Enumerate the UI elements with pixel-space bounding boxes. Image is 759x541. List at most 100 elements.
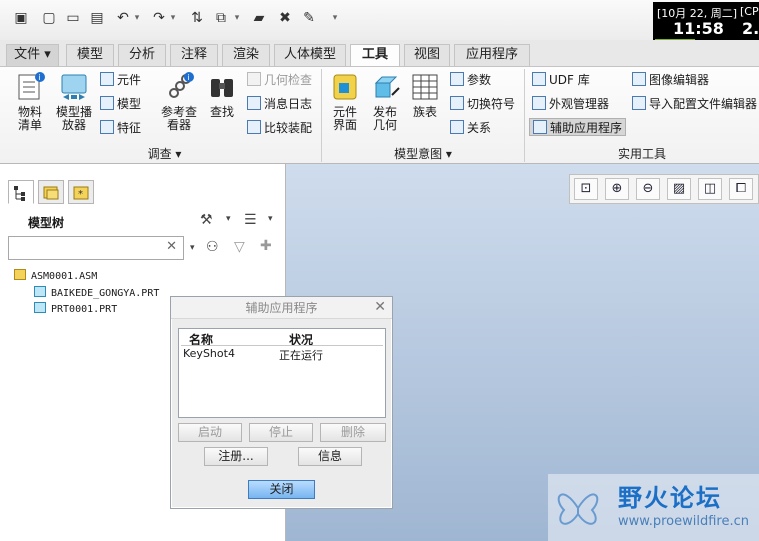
relations-icon xyxy=(450,120,464,134)
tree-node-label: BAIKEDE_GONGYA.PRT xyxy=(51,288,160,299)
reference-viewer-label: 参考查 看器 xyxy=(160,105,197,132)
register-button[interactable]: 注册... xyxy=(204,447,268,466)
component-label: 元件 xyxy=(117,73,142,87)
dialog-title: 辅助应用程序 xyxy=(171,297,392,319)
auxiliary-applications-label: 辅助应用程序 xyxy=(550,121,623,135)
undo-icon[interactable]: ↶ xyxy=(114,9,132,27)
tab-annotate[interactable]: 注释 xyxy=(170,44,218,66)
find-label: 查找 xyxy=(209,105,234,119)
close-window-icon[interactable]: ✖ xyxy=(276,9,294,27)
tree-settings-icon[interactable]: ⚒ xyxy=(200,212,213,228)
image-editor-button[interactable]: 图像编辑器 xyxy=(632,71,709,89)
undo-dropdown-icon[interactable]: ▾ xyxy=(132,9,142,27)
family-table-icon xyxy=(412,74,438,100)
tree-search-input[interactable]: ✕ xyxy=(8,236,184,260)
refit-icon[interactable]: ⊡ xyxy=(574,178,598,200)
switch-symbols-button[interactable]: 切换符号 xyxy=(450,95,515,113)
find-binoculars-icon[interactable]: ⚇ xyxy=(206,239,219,255)
tab-tools[interactable]: 工具 xyxy=(350,44,400,67)
regenerate-icon[interactable]: ⇅ xyxy=(188,9,206,27)
search-dropdown-icon[interactable]: ▾ xyxy=(190,243,195,253)
reference-viewer-icon: i xyxy=(169,72,194,98)
publish-geometry-button[interactable]: 发布 几何 xyxy=(366,71,404,132)
filter-icon[interactable]: ▽ xyxy=(234,239,245,255)
tab-file[interactable]: 文件 ▾ xyxy=(6,44,59,66)
tree-settings-dropdown-icon[interactable]: ▾ xyxy=(226,214,231,224)
redo-icon[interactable]: ↷ xyxy=(150,9,168,27)
bom-icon: i xyxy=(18,72,45,100)
compare-assembly-button[interactable]: 比较装配 xyxy=(247,119,312,137)
feature-button[interactable]: 特征 xyxy=(100,119,141,137)
import-config-editor-icon xyxy=(632,96,646,110)
message-log-button[interactable]: 消息日志 xyxy=(247,95,312,113)
start-button[interactable]: 启动 xyxy=(178,423,242,442)
saved-views-icon[interactable]: ⧠ xyxy=(729,178,753,200)
clear-search-icon[interactable]: ✕ xyxy=(166,239,177,254)
windows-dropdown-icon[interactable]: ▾ xyxy=(232,9,242,27)
folder-icon[interactable]: ▰ xyxy=(250,9,268,27)
tab-render[interactable]: 渲染 xyxy=(222,44,270,66)
window-icon[interactable]: ▣ xyxy=(12,9,30,27)
parameters-button[interactable]: 参数 xyxy=(450,71,491,89)
reference-viewer-button[interactable]: i 参考查 看器 xyxy=(156,71,202,132)
model-tree-tab[interactable] xyxy=(8,180,34,204)
model-player-label: 模型播 放器 xyxy=(55,105,92,132)
part-icon xyxy=(34,302,46,313)
component-icon xyxy=(100,72,114,86)
add-column-icon[interactable]: ✚ xyxy=(260,238,272,254)
tab-manikin[interactable]: 人体模型 xyxy=(274,44,346,66)
model-button[interactable]: 模型 xyxy=(100,95,141,113)
customize-icon[interactable]: ▾ xyxy=(330,9,340,27)
model-player-button[interactable]: 模型播 放器 xyxy=(52,71,96,132)
info-button[interactable]: 信息 xyxy=(298,447,362,466)
tab-analysis[interactable]: 分析 xyxy=(118,44,166,66)
model-label: 模型 xyxy=(117,97,142,111)
find-button[interactable]: 查找 xyxy=(204,71,240,119)
stop-button[interactable]: 停止 xyxy=(249,423,313,442)
geometry-check-label: 几何检查 xyxy=(264,73,313,87)
tree-node-assembly[interactable]: ASM0001.ASM xyxy=(14,269,97,284)
zoom-in-icon[interactable]: ⊕ xyxy=(605,178,629,200)
relations-button[interactable]: 关系 xyxy=(450,119,491,137)
delete-button[interactable]: 删除 xyxy=(320,423,386,442)
close-button[interactable]: 关闭 xyxy=(248,480,315,499)
folder-browser-tab[interactable] xyxy=(38,180,64,204)
component-interface-button[interactable]: 元件 界面 xyxy=(326,71,364,132)
ribbon: i 物料 清单 模型播 放器 元件 模型 特征 i 参考查 看器 查找 几何检查… xyxy=(0,66,759,164)
open-icon[interactable]: ▭ xyxy=(64,9,82,27)
favorites-tab[interactable]: * xyxy=(68,180,94,204)
auxiliary-applications-button[interactable]: 辅助应用程序 xyxy=(529,118,627,136)
save-icon[interactable]: ▤ xyxy=(88,9,106,27)
edit-icon[interactable]: ✎ xyxy=(300,9,318,27)
component-button[interactable]: 元件 xyxy=(100,71,141,89)
windows-icon[interactable]: ⧉ xyxy=(212,9,230,27)
zoom-out-icon[interactable]: ⊖ xyxy=(636,178,660,200)
tab-model[interactable]: 模型 xyxy=(66,44,114,66)
tree-show-icon[interactable]: ☰ xyxy=(244,212,257,228)
compare-assembly-label: 比较装配 xyxy=(264,121,313,135)
model-intent-group-label[interactable]: 模型意图 ▾ xyxy=(322,145,524,163)
tree-node-part[interactable]: BAIKEDE_GONGYA.PRT xyxy=(34,286,159,301)
tab-applications[interactable]: 应用程序 xyxy=(454,44,530,66)
family-table-button[interactable]: 族表 xyxy=(406,71,444,119)
tab-view[interactable]: 视图 xyxy=(404,44,450,66)
import-config-editor-button[interactable]: 导入配置文件编辑器 xyxy=(632,95,757,113)
tree-show-dropdown-icon[interactable]: ▾ xyxy=(268,214,273,224)
redo-dropdown-icon[interactable]: ▾ xyxy=(168,9,178,27)
close-icon[interactable]: ✕ xyxy=(374,299,386,315)
geometry-check-button[interactable]: 几何检查 xyxy=(247,71,312,89)
ribbon-tabs: 文件 ▾ 模型 分析 注释 渲染 人体模型 工具 视图 应用程序 xyxy=(0,40,759,67)
investigate-group-label[interactable]: 调查 ▾ xyxy=(8,145,321,163)
tree-icon xyxy=(14,186,25,201)
applications-list[interactable]: 名称 状况 KeyShot4 正在运行 xyxy=(178,328,386,418)
publish-geometry-label: 发布 几何 xyxy=(372,105,397,132)
repaint-icon[interactable]: ▨ xyxy=(667,178,691,200)
display-style-icon[interactable]: ◫ xyxy=(698,178,722,200)
appearance-manager-button[interactable]: 外观管理器 xyxy=(532,95,609,113)
watermark-url: www.proewildfire.cn xyxy=(618,514,749,529)
new-icon[interactable]: ▢ xyxy=(40,9,58,27)
tree-node-part[interactable]: PRT0001.PRT xyxy=(34,302,117,317)
bom-button[interactable]: i 物料 清单 xyxy=(8,71,52,132)
switch-symbols-label: 切换符号 xyxy=(467,97,516,111)
udf-library-button[interactable]: UDF 库 xyxy=(532,71,590,89)
